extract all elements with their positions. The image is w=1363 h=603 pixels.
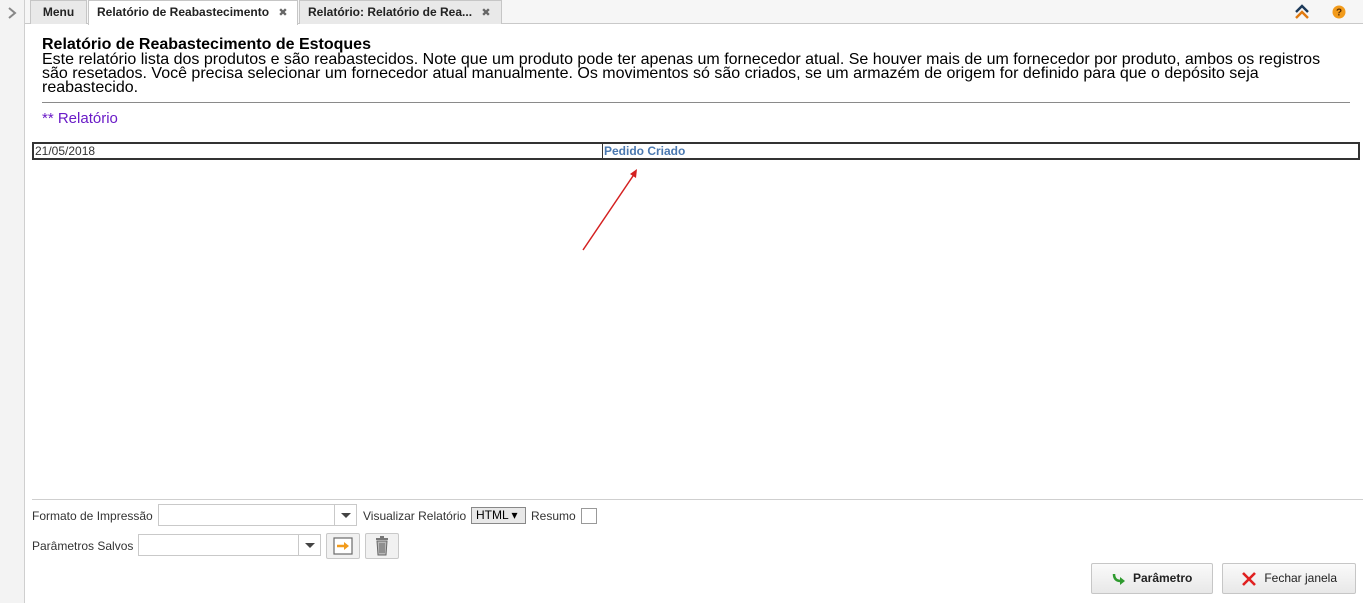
chevron-down-icon[interactable] [298, 535, 320, 555]
tab-relatorio-report[interactable]: Relatório: Relatório de Rea... ✖ [299, 0, 502, 24]
params-divider [32, 499, 1363, 500]
load-params-button[interactable] [326, 533, 360, 559]
chevron-right-icon[interactable] [6, 6, 18, 20]
section-label: ** Relatório [42, 110, 118, 127]
summary-label: Resumo [531, 509, 576, 523]
summary-checkbox[interactable] [581, 508, 597, 524]
description-line: reabastecido. [42, 79, 139, 96]
trash-icon [376, 536, 388, 556]
close-tab-icon[interactable]: ✖ [481, 7, 490, 19]
double-chevron-up-icon[interactable] [1293, 3, 1311, 21]
load-params-icon [333, 537, 353, 555]
tab-label: Relatório de Reabastecimento [97, 5, 270, 19]
close-tab-icon[interactable]: ✖ [278, 7, 287, 19]
saved-params-select[interactable] [138, 534, 321, 556]
header-divider [42, 102, 1350, 103]
saved-params-label: Parâmetros Salvos [32, 539, 134, 553]
close-window-button-label: Fechar janela [1264, 571, 1338, 585]
annotation-arrow [582, 169, 637, 251]
svg-text:?: ? [1336, 8, 1342, 19]
parameter-button[interactable]: Parâmetro [1091, 563, 1213, 594]
help-icon[interactable]: ? [1332, 5, 1346, 19]
print-format-label: Formato de Impressão [32, 509, 153, 523]
red-x-icon [1242, 571, 1256, 586]
report-date-cell: 21/05/2018 [35, 144, 96, 158]
print-format-select[interactable] [158, 504, 357, 526]
tab-label: Relatório: Relatório de Rea... [308, 5, 473, 19]
sidebar-toggle-strip[interactable] [0, 0, 25, 603]
close-window-button[interactable]: Fechar janela [1222, 563, 1356, 594]
tab-menu-label: Menu [42, 5, 75, 19]
delete-params-button[interactable] [365, 533, 399, 559]
tab-menu[interactable]: Menu [30, 0, 87, 24]
report-status-link[interactable]: Pedido Criado [602, 144, 1358, 158]
tab-relatorio-reabastecimento[interactable]: Relatório de Reabastecimento ✖ [88, 0, 298, 25]
green-arrow-icon [1112, 573, 1125, 585]
report-header: Relatório de Reabastecimento de Estoques… [42, 36, 1350, 96]
view-report-label: Visualizar Relatório [363, 509, 467, 523]
chevron-down-icon[interactable] [334, 505, 356, 525]
page-description: Este relatório lista dos produtos e são … [42, 52, 1350, 96]
report-table-row: 21/05/2018 Pedido Criado [32, 142, 1360, 160]
description-line: são resetados. Você precisa selecionar u… [42, 65, 1259, 82]
view-report-select[interactable]: HTML ▾ [471, 507, 526, 524]
tab-bar: Menu Relatório de Reabastecimento ✖ Rela… [25, 0, 1363, 25]
parameter-button-label: Parâmetro [1132, 571, 1193, 585]
